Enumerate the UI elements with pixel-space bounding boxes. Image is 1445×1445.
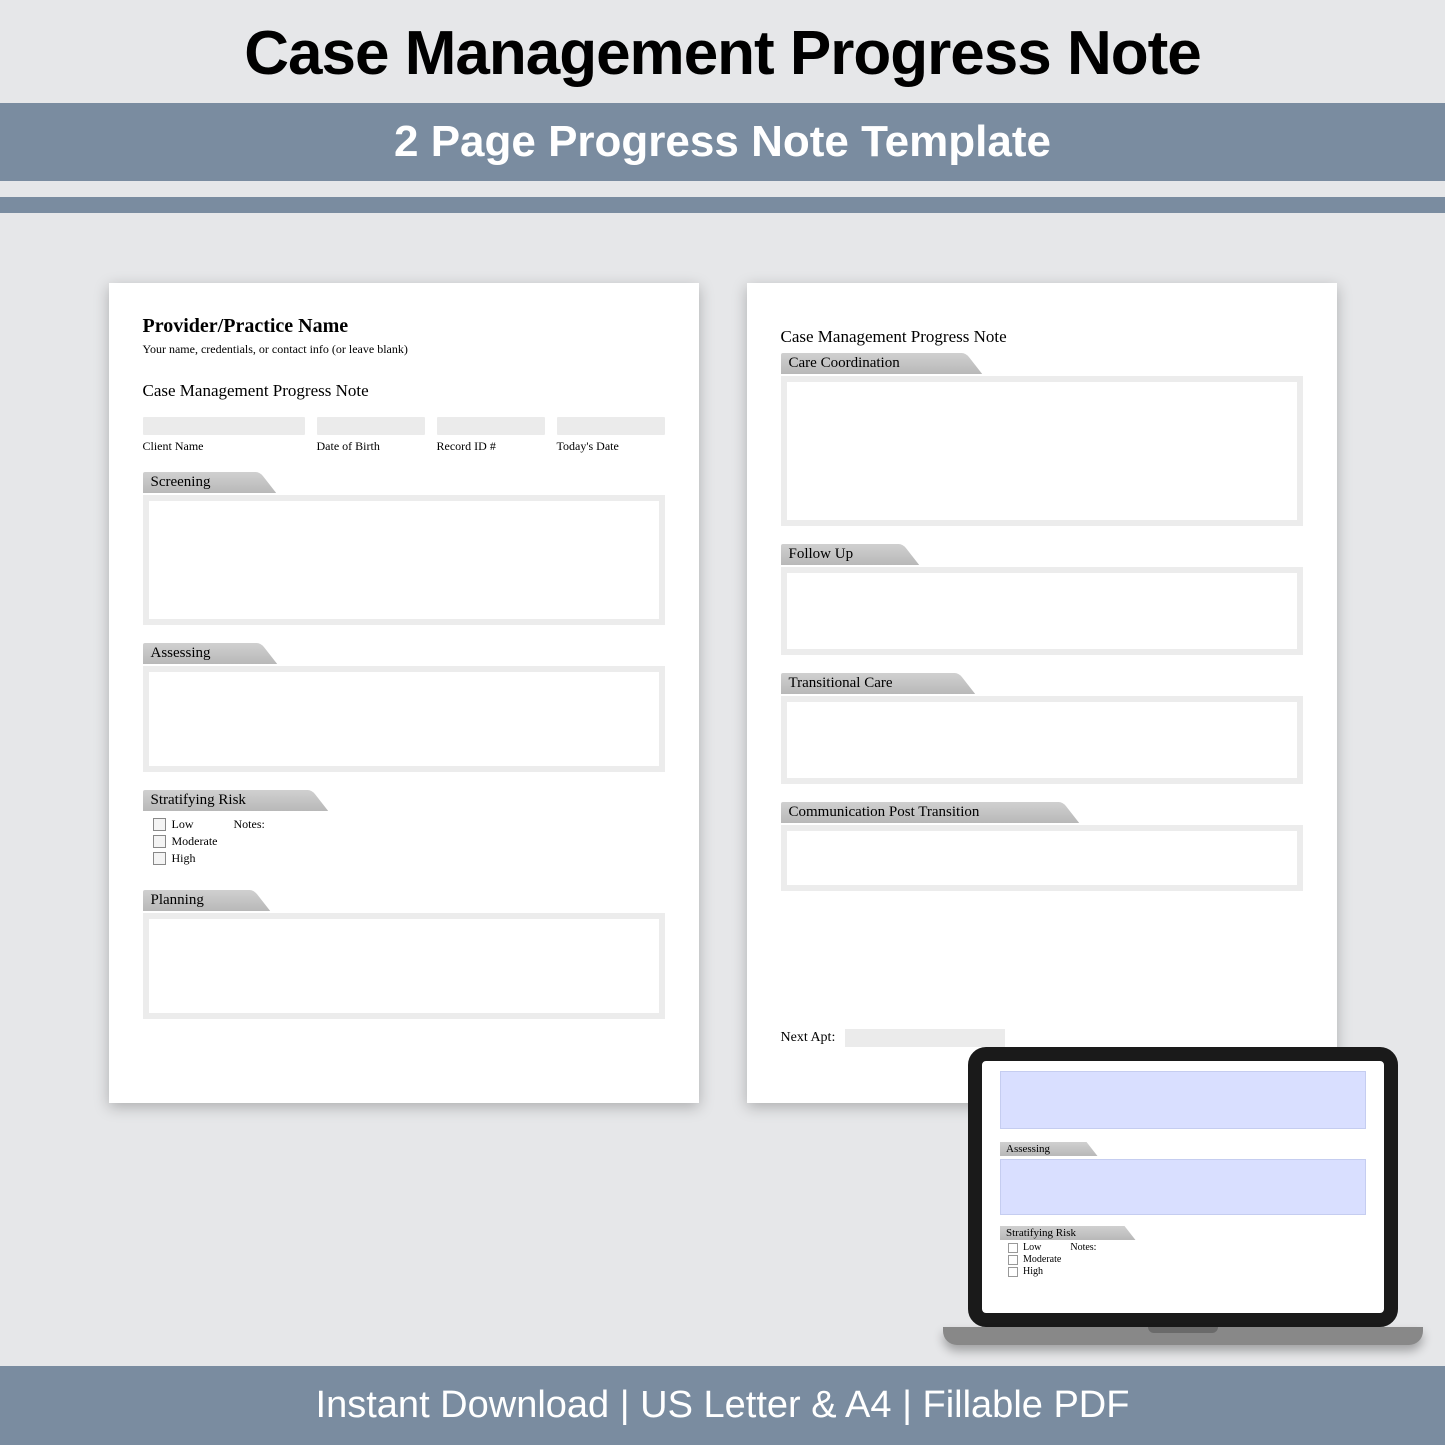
footer-banner: Instant Download | US Letter & A4 | Fill… [0, 1366, 1445, 1445]
assessing-section: Assessing [143, 643, 665, 772]
client-name-label: Client Name [143, 439, 305, 454]
page-2: Case Management Progress Note Care Coord… [747, 283, 1337, 1103]
communication-post-section: Communication Post Transition [781, 802, 1303, 891]
communication-post-tab: Communication Post Transition [781, 802, 1050, 823]
laptop-low-checkbox [1008, 1243, 1018, 1253]
laptop-assessing-box [1000, 1159, 1366, 1215]
laptop-screen: Assessing Stratifying Risk Low Notes: Mo… [968, 1047, 1398, 1327]
planning-input[interactable] [143, 913, 665, 1019]
risk-moderate-checkbox[interactable] [153, 835, 166, 848]
follow-up-tab: Follow Up [781, 544, 890, 565]
stratifying-section: Stratifying Risk Low Notes: Moderate Hig… [143, 790, 665, 872]
care-coordination-input[interactable] [781, 376, 1303, 526]
risk-high-label: High [172, 851, 196, 866]
assessing-tab: Assessing [143, 643, 247, 664]
provider-subtext: Your name, credentials, or contact info … [143, 342, 665, 357]
assessing-input[interactable] [143, 666, 665, 772]
risk-notes-label: Notes: [234, 817, 265, 832]
subtitle-banner: 2 Page Progress Note Template [0, 103, 1445, 181]
laptop-notes-label: Notes: [1070, 1242, 1096, 1253]
dob-label: Date of Birth [317, 439, 425, 454]
laptop-moderate-checkbox [1008, 1255, 1018, 1265]
client-info-row: Client Name Date of Birth Record ID # To… [143, 417, 665, 454]
laptop-assessing-tab: Assessing [1000, 1142, 1078, 1156]
stratifying-tab: Stratifying Risk [143, 790, 298, 811]
client-name-input[interactable] [143, 417, 305, 435]
follow-up-input[interactable] [781, 567, 1303, 655]
planning-section: Planning [143, 890, 665, 1019]
risk-low-checkbox[interactable] [153, 818, 166, 831]
dob-input[interactable] [317, 417, 425, 435]
laptop-low-label: Low [1023, 1242, 1041, 1253]
next-apt-row: Next Apt: [781, 1029, 1303, 1047]
planning-tab: Planning [143, 890, 240, 911]
screening-section: Screening [143, 472, 665, 625]
transitional-care-tab: Transitional Care [781, 673, 945, 694]
care-coordination-section: Care Coordination [781, 353, 1303, 526]
risk-moderate-label: Moderate [172, 834, 218, 849]
laptop-preview: Assessing Stratifying Risk Low Notes: Mo… [943, 1047, 1423, 1367]
follow-up-section: Follow Up [781, 544, 1303, 655]
provider-name: Provider/Practice Name [143, 315, 665, 338]
risk-low-label: Low [172, 817, 194, 832]
record-id-label: Record ID # [437, 439, 545, 454]
laptop-high-label: High [1023, 1266, 1043, 1277]
todays-date-label: Today's Date [557, 439, 665, 454]
pages-container: Provider/Practice Name Your name, creden… [0, 213, 1445, 1103]
main-title: Case Management Progress Note [0, 0, 1445, 103]
document-title: Case Management Progress Note [143, 381, 665, 401]
screening-tab: Screening [143, 472, 247, 493]
divider-banner [0, 197, 1445, 213]
laptop-high-checkbox [1008, 1267, 1018, 1277]
communication-post-input[interactable] [781, 825, 1303, 891]
next-apt-label: Next Apt: [781, 1030, 836, 1046]
document-title-p2: Case Management Progress Note [781, 327, 1303, 347]
care-coordination-tab: Care Coordination [781, 353, 952, 374]
laptop-top-box [1000, 1071, 1366, 1129]
transitional-care-section: Transitional Care [781, 673, 1303, 784]
laptop-stratifying-tab: Stratifying Risk [1000, 1226, 1116, 1240]
risk-high-checkbox[interactable] [153, 852, 166, 865]
next-apt-input[interactable] [845, 1029, 1005, 1047]
transitional-care-input[interactable] [781, 696, 1303, 784]
screening-input[interactable] [143, 495, 665, 625]
record-id-input[interactable] [437, 417, 545, 435]
page-1: Provider/Practice Name Your name, creden… [109, 283, 699, 1103]
todays-date-input[interactable] [557, 417, 665, 435]
laptop-base [943, 1327, 1423, 1345]
laptop-moderate-label: Moderate [1023, 1254, 1061, 1265]
